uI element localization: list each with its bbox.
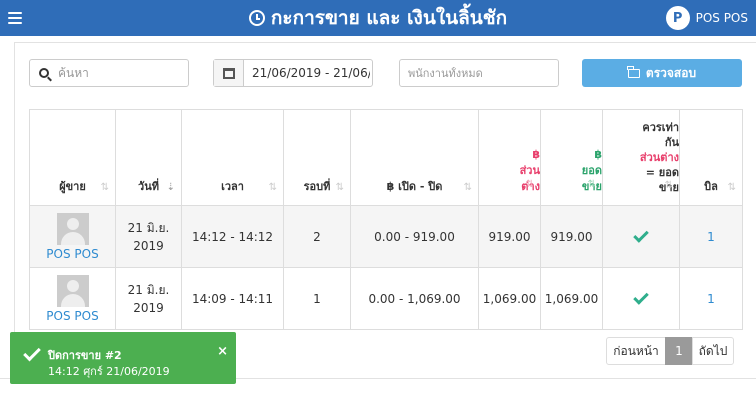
round-cell: 1	[283, 268, 350, 329]
diff-cell: 919.00	[478, 206, 540, 267]
sort-icon: ⇅	[100, 182, 109, 193]
col-bill[interactable]: บิล ⇅	[679, 110, 743, 205]
check-button-label: ตรวจสอบ	[645, 65, 697, 80]
sort-icon: ⇅	[525, 179, 534, 190]
sort-icon: ⇅	[587, 179, 596, 190]
close-icon[interactable]: ×	[217, 344, 228, 359]
brand-logo-icon: P	[665, 6, 690, 30]
col-should-equal[interactable]: ควรเท่า กัน ส่วนต่าง = ยอด ขาย ⇅	[602, 110, 679, 205]
open-close-cell: 0.00 - 1,069.00	[350, 268, 478, 329]
sort-icon: ⇅	[664, 180, 673, 191]
col-sales[interactable]: ฿ ยอด ขาย ⇅	[540, 110, 602, 205]
match-cell	[602, 206, 679, 267]
date-cell: 21 มิ.ย. 2019	[115, 268, 181, 329]
search-input[interactable]	[58, 66, 178, 80]
check-icon	[633, 226, 649, 243]
top-bar: กะการขาย และ เงินในลิ้นชัก P POS POS	[0, 0, 756, 36]
seller-name[interactable]: POS POS	[46, 309, 98, 323]
col-open-close[interactable]: ฿ เปิด - ปิด ⇅	[350, 110, 478, 205]
avatar	[56, 274, 89, 307]
search-box[interactable]	[29, 59, 189, 87]
page-title-wrap: กะการขาย และ เงินในลิ้นชัก	[0, 0, 756, 36]
match-cell	[602, 268, 679, 329]
seller-cell: POS POS	[29, 206, 115, 267]
avatar	[56, 212, 89, 245]
calendar-icon	[222, 67, 235, 79]
sales-cell: 1,069.00	[540, 268, 602, 329]
time-cell: 14:09 - 14:11	[181, 268, 283, 329]
brand-name: POS POS	[695, 11, 748, 25]
sort-icon: ⇅	[727, 182, 736, 193]
time-cell: 14:12 - 14:12	[181, 206, 283, 267]
date-cell: 21 มิ.ย. 2019	[115, 206, 181, 267]
round-cell: 2	[283, 206, 350, 267]
col-date[interactable]: วันที่ ⇣	[115, 110, 181, 205]
bill-link[interactable]: 1	[679, 206, 743, 267]
check-icon	[633, 288, 649, 305]
shift-table: ผู้ขาย ⇅ วันที่ ⇣ เวลา ⇅ รอบที่ ⇅ ฿ เปิด…	[29, 109, 743, 330]
search-icon	[39, 68, 49, 78]
sort-icon: ⇅	[335, 182, 344, 193]
page-title: กะการขาย และ เงินในลิ้นชัก	[270, 7, 508, 29]
table-row[interactable]: POS POS 21 มิ.ย. 2019 14:12 - 14:12 2 0.…	[29, 206, 743, 268]
seller-cell: POS POS	[29, 268, 115, 329]
date-range-picker[interactable]: 21/06/2019 - 21/06/2019	[213, 59, 373, 87]
sort-icon: ⇅	[268, 182, 277, 193]
date-range-value[interactable]: 21/06/2019 - 21/06/2019	[244, 66, 370, 80]
check-button[interactable]: ตรวจสอบ	[582, 59, 742, 87]
folder-open-icon	[627, 65, 640, 78]
staff-filter[interactable]	[399, 59, 559, 87]
pager-prev-button[interactable]: ก่อนหน้า	[606, 337, 666, 365]
col-time[interactable]: เวลา ⇅	[181, 110, 283, 205]
seller-name[interactable]: POS POS	[46, 247, 98, 261]
brand[interactable]: P POS POS	[665, 6, 748, 30]
col-diff[interactable]: ฿ ส่วน ต่าง ⇅	[478, 110, 540, 205]
sort-icon: ⇅	[463, 182, 472, 193]
filter-bar: 21/06/2019 - 21/06/2019 ตรวจสอบ	[29, 59, 743, 89]
table-header-row: ผู้ขาย ⇅ วันที่ ⇣ เวลา ⇅ รอบที่ ⇅ ฿ เปิด…	[29, 110, 743, 206]
sales-cell: 919.00	[540, 206, 602, 267]
table-row[interactable]: POS POS 21 มิ.ย. 2019 14:09 - 14:11 1 0.…	[29, 268, 743, 330]
clock-icon	[248, 10, 265, 26]
bill-link[interactable]: 1	[679, 268, 743, 329]
sort-desc-icon: ⇣	[166, 182, 175, 193]
staff-input[interactable]	[400, 66, 550, 80]
col-round[interactable]: รอบที่ ⇅	[283, 110, 350, 205]
content-panel: 21/06/2019 - 21/06/2019 ตรวจสอบ ผู้ขาย ⇅…	[14, 42, 756, 378]
open-close-cell: 0.00 - 919.00	[350, 206, 478, 267]
toast-subtitle: 14:12 ศุกร์ 21/06/2019	[48, 365, 170, 378]
pager-next-button[interactable]: ถัดไป	[692, 337, 734, 365]
toast-notification: ปิดการขาย #2 14:12 ศุกร์ 21/06/2019 ×	[10, 332, 236, 384]
col-seller[interactable]: ผู้ขาย ⇅	[29, 110, 115, 205]
pagination: ก่อนหน้า 1 ถัดไป	[606, 337, 734, 365]
pager-current-page[interactable]: 1	[665, 337, 693, 365]
diff-cell: 1,069.00	[478, 268, 540, 329]
check-icon	[23, 343, 41, 362]
